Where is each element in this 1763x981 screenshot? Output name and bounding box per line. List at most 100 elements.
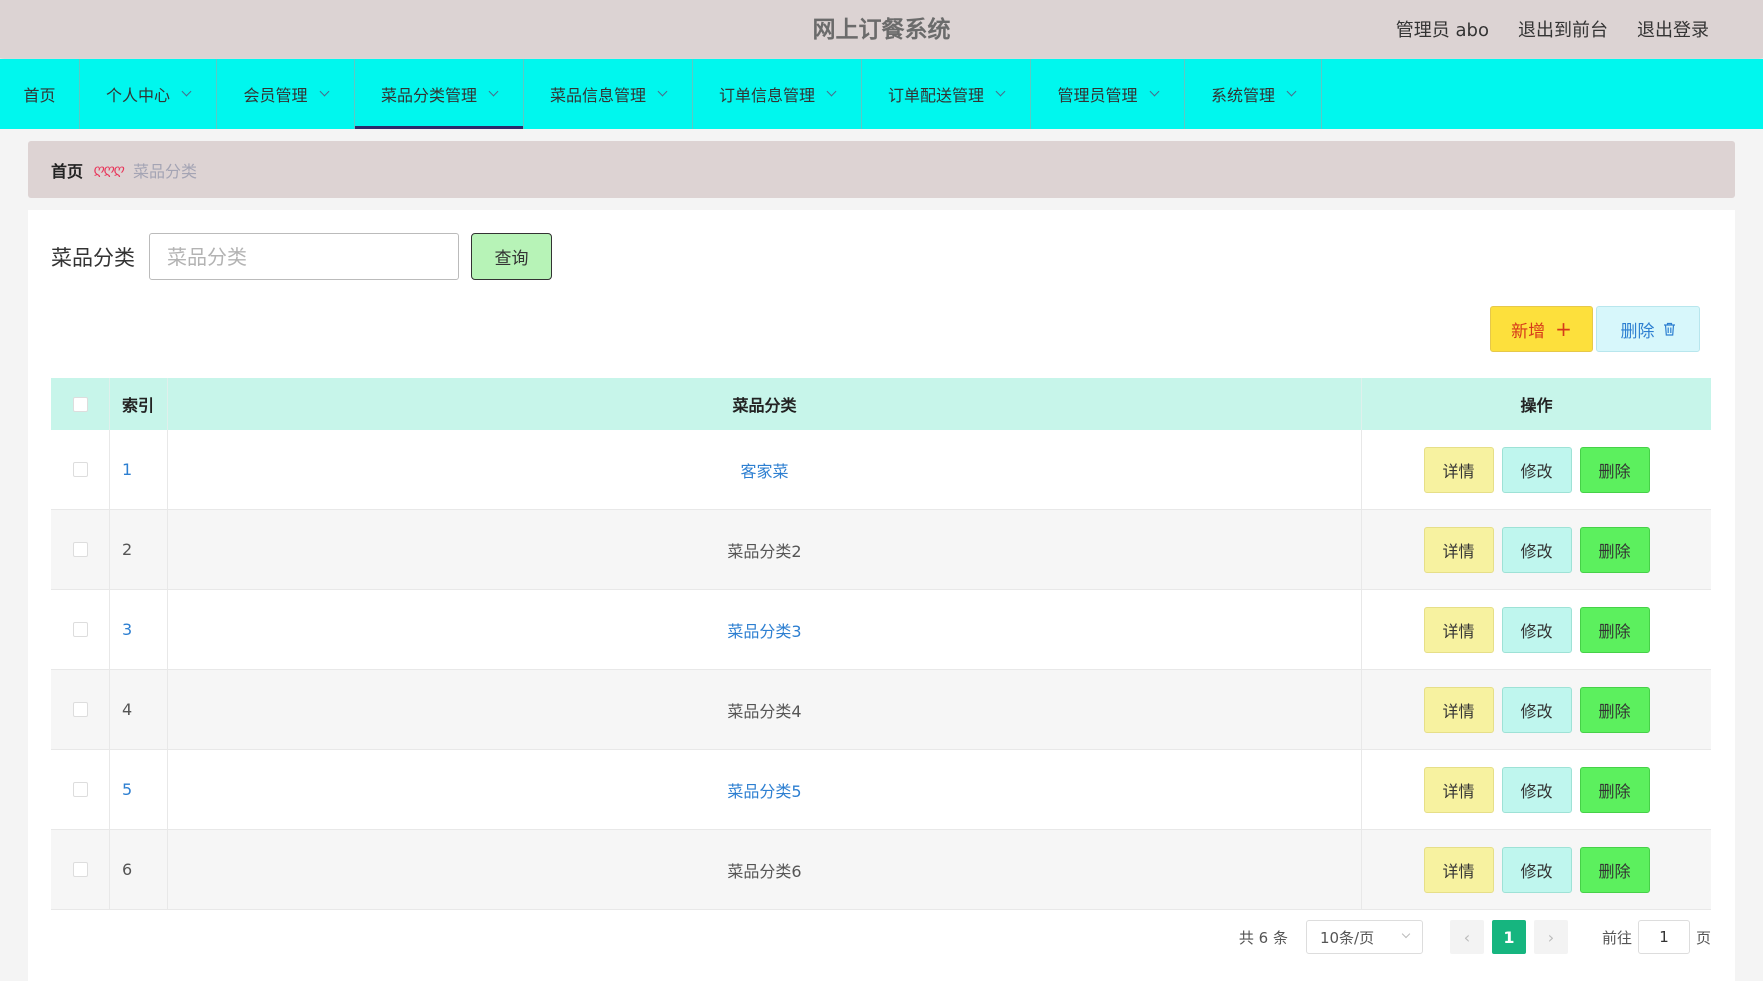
edit-button[interactable]: 修改 [1501,526,1572,573]
nav-item-home[interactable]: 首页 [0,59,80,129]
row-check-cell [51,590,110,669]
nav-item-label: 会员管理 [243,86,308,105]
nav-item-admin-mgmt[interactable]: 管理员管理 [1031,59,1185,129]
chevron-down-icon [1149,86,1159,96]
table-row: 1 客家菜 详情 修改 删除 [51,430,1711,510]
row-index: 3 [110,590,168,669]
goto-label: 前往 [1601,928,1632,947]
detail-button[interactable]: 详情 [1423,606,1494,653]
detail-button[interactable]: 详情 [1423,766,1494,813]
delete-button[interactable]: 删除 [1579,686,1650,733]
add-button[interactable]: 新增 + [1490,306,1593,352]
row-ops: 详情 修改 删除 [1362,670,1711,749]
row-checkbox[interactable] [72,462,88,477]
row-ops: 详情 修改 删除 [1362,510,1711,589]
total-count: 共 6 条 [1238,928,1288,947]
chevron-down-icon [1286,86,1297,96]
row-checkbox[interactable] [72,542,88,557]
search-label: 菜品分类 [51,246,135,270]
delete-button[interactable]: 删除 [1579,526,1650,573]
detail-button[interactable]: 详情 [1423,686,1494,733]
breadcrumb-current: 菜品分类 [133,161,198,181]
row-ops: 详情 修改 删除 [1362,750,1711,829]
page-suffix: 页 [1695,928,1711,947]
add-button-label: 新增 [1511,321,1546,342]
chevron-down-icon [181,86,192,96]
category-search-input[interactable] [149,233,459,280]
nav-item-member-mgmt[interactable]: 会员管理 [217,59,355,129]
batch-delete-button[interactable]: 删除 [1596,306,1700,352]
header-category: 菜品分类 [168,378,1362,430]
nav-item-system-mgmt[interactable]: 系统管理 [1185,59,1322,129]
select-all-checkbox[interactable] [72,396,88,412]
row-checkbox[interactable] [72,862,88,877]
row-check-cell [51,430,110,509]
prev-page-button[interactable]: ‹ [1449,920,1484,954]
plus-icon: + [1555,317,1572,341]
row-index: 2 [110,510,168,589]
row-category: 菜品分类6 [168,830,1362,909]
row-checkbox[interactable] [72,702,88,717]
edit-button[interactable]: 修改 [1501,446,1572,493]
row-checkbox[interactable] [72,622,88,637]
nav-item-personal-center[interactable]: 个人中心 [80,59,217,129]
row-category: 菜品分类2 [168,510,1362,589]
table-row: 3 菜品分类3 详情 修改 删除 [51,590,1711,670]
row-category: 客家菜 [168,430,1362,509]
chevron-down-icon [995,86,1006,96]
goto-page-input[interactable] [1637,920,1690,954]
table-row: 4 菜品分类4 详情 修改 删除 [51,670,1711,750]
select-all-cell [51,378,110,430]
delete-button[interactable]: 删除 [1579,766,1650,813]
pagination: 共 6 条 10条/页 ‹ 1 › 前往 页 [28,920,1711,954]
nav-item-label: 首页 [23,86,56,105]
edit-button[interactable]: 修改 [1501,686,1572,733]
nav-item-label: 管理员管理 [1057,86,1138,105]
delete-button[interactable]: 删除 [1579,606,1650,653]
delete-button[interactable]: 删除 [1579,846,1650,893]
detail-button[interactable]: 详情 [1423,446,1494,493]
row-index: 5 [110,750,168,829]
nav-item-label: 个人中心 [105,86,170,105]
nav-item-label: 订单配送管理 [887,86,984,105]
edit-button[interactable]: 修改 [1501,846,1572,893]
trash-icon [1663,322,1675,336]
table-row: 2 菜品分类2 详情 修改 删除 [51,510,1711,590]
exit-to-front-link[interactable]: 退出到前台 [1518,16,1608,42]
row-ops: 详情 修改 删除 [1362,830,1711,909]
top-bar: 网上订餐系统 管理员 abo 退出到前台 退出登录 [0,0,1763,58]
table-header: 索引 菜品分类 操作 [51,378,1711,430]
query-button[interactable]: 查询 [471,233,552,280]
chevron-down-icon [1401,929,1411,939]
category-table: 索引 菜品分类 操作 1 客家菜 详情 修改 删除 2 菜品分类2 详情 修改 … [51,378,1711,910]
nav-item-label: 系统管理 [1210,86,1275,105]
breadcrumb-home[interactable]: 首页 [51,158,83,182]
row-check-cell [51,670,110,749]
edit-button[interactable]: 修改 [1501,766,1572,813]
row-checkbox[interactable] [72,782,88,797]
row-check-cell [51,830,110,909]
row-ops: 详情 修改 删除 [1362,590,1711,669]
edit-button[interactable]: 修改 [1501,606,1572,653]
nav-item-dish-category-mgmt[interactable]: 菜品分类管理 [355,59,524,129]
detail-button[interactable]: 详情 [1423,846,1494,893]
row-check-cell [51,510,110,589]
page-size-select[interactable]: 10条/页 [1305,920,1423,954]
nav-item-order-delivery-mgmt[interactable]: 订单配送管理 [862,59,1031,129]
nav-item-order-info-mgmt[interactable]: 订单信息管理 [693,59,862,129]
chevron-down-icon [826,86,837,96]
delete-button[interactable]: 删除 [1579,446,1650,493]
row-index: 4 [110,670,168,749]
nav-item-label: 订单信息管理 [718,86,815,105]
detail-button[interactable]: 详情 [1423,526,1494,573]
table-row: 5 菜品分类5 详情 修改 删除 [51,750,1711,830]
next-page-button[interactable]: › [1533,920,1568,954]
row-category: 菜品分类5 [168,750,1362,829]
row-category: 菜品分类4 [168,670,1362,749]
nav-item-dish-info-mgmt[interactable]: 菜品信息管理 [524,59,693,129]
content-panel: 菜品分类 查询 新增 + 删除 索引 菜品分类 操作 1 客家菜 详情 修改 删… [28,210,1735,981]
logout-link[interactable]: 退出登录 [1637,16,1709,42]
page-number-current[interactable]: 1 [1491,920,1526,954]
main-nav: 首页 个人中心 会员管理 菜品分类管理 菜品信息管理 订单信息管理 订单配送管理… [0,59,1763,129]
chevron-down-icon [488,86,499,96]
